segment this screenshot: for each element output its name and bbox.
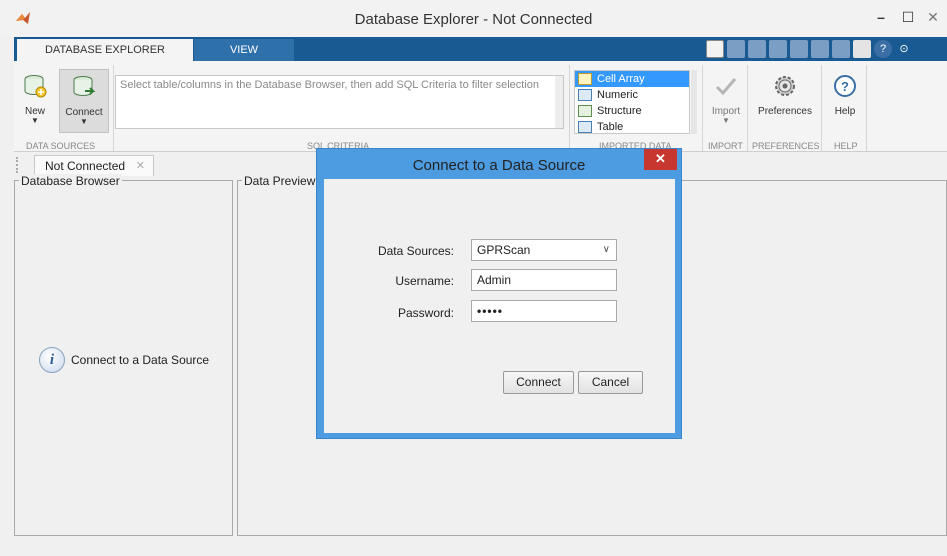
ribbon-divider <box>702 65 703 151</box>
document-tab-label: Not Connected <box>45 159 126 173</box>
title-bar: Database Explorer - Not Connected – ☐ ✕ <box>0 0 947 37</box>
database-browser-panel: Database Browser i Connect to a Data Sou… <box>14 174 233 536</box>
undo-icon[interactable] <box>811 40 829 58</box>
info-icon: i <box>39 347 65 373</box>
help-icon[interactable]: ? <box>874 40 892 58</box>
sql-criteria-input[interactable]: Select table/columns in the Database Bro… <box>115 75 564 129</box>
ribbon-divider <box>866 65 867 151</box>
save-icon[interactable] <box>727 40 745 58</box>
help-button[interactable]: ? Help <box>828 73 862 117</box>
section-label-import: IMPORT <box>708 141 743 151</box>
tab-database-explorer[interactable]: DATABASE EXPLORER <box>17 39 193 61</box>
connect-hint-text: Connect to a Data Source <box>71 353 210 367</box>
copy-icon[interactable] <box>769 40 787 58</box>
redo-icon[interactable] <box>832 40 850 58</box>
section-label-preferences: PREFERENCES <box>752 141 820 151</box>
toolstrip-tab-bar: DATABASE EXPLORER VIEW ? ⊙ <box>14 37 947 61</box>
cell-array-icon <box>578 73 592 85</box>
import-button[interactable]: Import ▼ <box>706 73 746 125</box>
database-new-icon <box>24 75 47 98</box>
paste-icon[interactable] <box>790 40 808 58</box>
window-title: Database Explorer - Not Connected <box>354 11 593 28</box>
ribbon: New ▼ Connect ▼ DATA SOURCES Select tabl… <box>14 61 947 152</box>
connect-button-dialog[interactable]: Connect <box>503 371 574 394</box>
maximize-button[interactable]: ☐ <box>895 6 921 28</box>
list-item-structure[interactable]: Structure <box>575 103 689 119</box>
options-icon[interactable]: ⊙ <box>895 40 913 58</box>
dialog-title: Connect to a Data Source <box>412 157 586 174</box>
ribbon-divider <box>747 65 748 151</box>
table-icon <box>578 121 592 133</box>
status-bar <box>14 538 947 556</box>
connect-hint: i Connect to a Data Source <box>39 347 209 373</box>
data-sources-select[interactable]: GPRScan ∨ <box>471 239 617 261</box>
numeric-icon <box>578 89 592 101</box>
structure-icon <box>578 105 592 117</box>
cancel-button[interactable]: Cancel <box>578 371 643 394</box>
chevron-down-icon: ∨ <box>602 244 610 255</box>
gear-icon <box>775 76 795 96</box>
ribbon-divider <box>821 65 822 151</box>
switch-windows-icon[interactable] <box>853 40 871 58</box>
cut-icon[interactable] <box>748 40 766 58</box>
document-tab-not-connected[interactable]: Not Connected ✕ <box>34 155 154 176</box>
sql-criteria-scrollbar[interactable] <box>555 76 563 128</box>
dialog-close-button[interactable]: ✕ <box>644 149 677 170</box>
help-icon: ? <box>834 75 856 97</box>
import-dropdown-arrow-icon: ▼ <box>722 116 730 125</box>
dialog-body: Data Sources: GPRScan ∨ Username: Admin … <box>324 179 675 433</box>
section-label-data-sources: DATA SOURCES <box>26 141 96 151</box>
ribbon-divider <box>569 65 570 151</box>
minimize-button[interactable]: – <box>868 6 894 28</box>
imported-data-scrollbar[interactable] <box>691 70 697 134</box>
username-field[interactable]: Admin <box>471 269 617 291</box>
connect-dropdown-arrow-icon: ▼ <box>80 117 88 126</box>
data-sources-value: GPRScan <box>477 243 531 257</box>
new-dropdown-arrow-icon: ▼ <box>31 116 39 125</box>
preferences-button[interactable]: Preferences <box>752 73 818 117</box>
password-label: Password: <box>397 306 454 320</box>
connect-dialog: Connect to a Data Source ✕ Data Sources:… <box>316 148 682 439</box>
list-item-cell-array[interactable]: Cell Array <box>575 71 689 87</box>
connect-button[interactable]: Connect ▼ <box>59 69 109 133</box>
section-label-help: HELP <box>834 141 858 151</box>
tab-drag-grip[interactable] <box>16 157 24 173</box>
database-connect-icon <box>73 76 96 96</box>
svg-text:?: ? <box>841 79 849 94</box>
list-item-table[interactable]: Table <box>575 119 689 133</box>
data-sources-label: Data Sources: <box>377 244 454 258</box>
quick-access-toolbar: ? ⊙ <box>706 40 913 58</box>
import-check-icon <box>715 78 737 96</box>
tab-view[interactable]: VIEW <box>194 39 294 61</box>
new-script-icon[interactable] <box>706 40 724 58</box>
username-label: Username: <box>395 274 454 288</box>
new-button[interactable]: New ▼ <box>18 73 52 125</box>
help-button-label: Help <box>834 106 856 117</box>
ribbon-divider <box>113 65 114 151</box>
imported-data-type-list[interactable]: Cell Array Numeric Structure Table <box>574 70 690 134</box>
list-item-numeric[interactable]: Numeric <box>575 87 689 103</box>
close-window-button[interactable]: ✕ <box>920 6 946 28</box>
password-field[interactable]: ••••• <box>471 300 617 322</box>
data-preview-title: Data Preview <box>242 174 318 188</box>
database-browser-title: Database Browser <box>19 174 122 188</box>
close-tab-icon[interactable]: ✕ <box>136 156 145 176</box>
preferences-button-label: Preferences <box>758 106 812 117</box>
